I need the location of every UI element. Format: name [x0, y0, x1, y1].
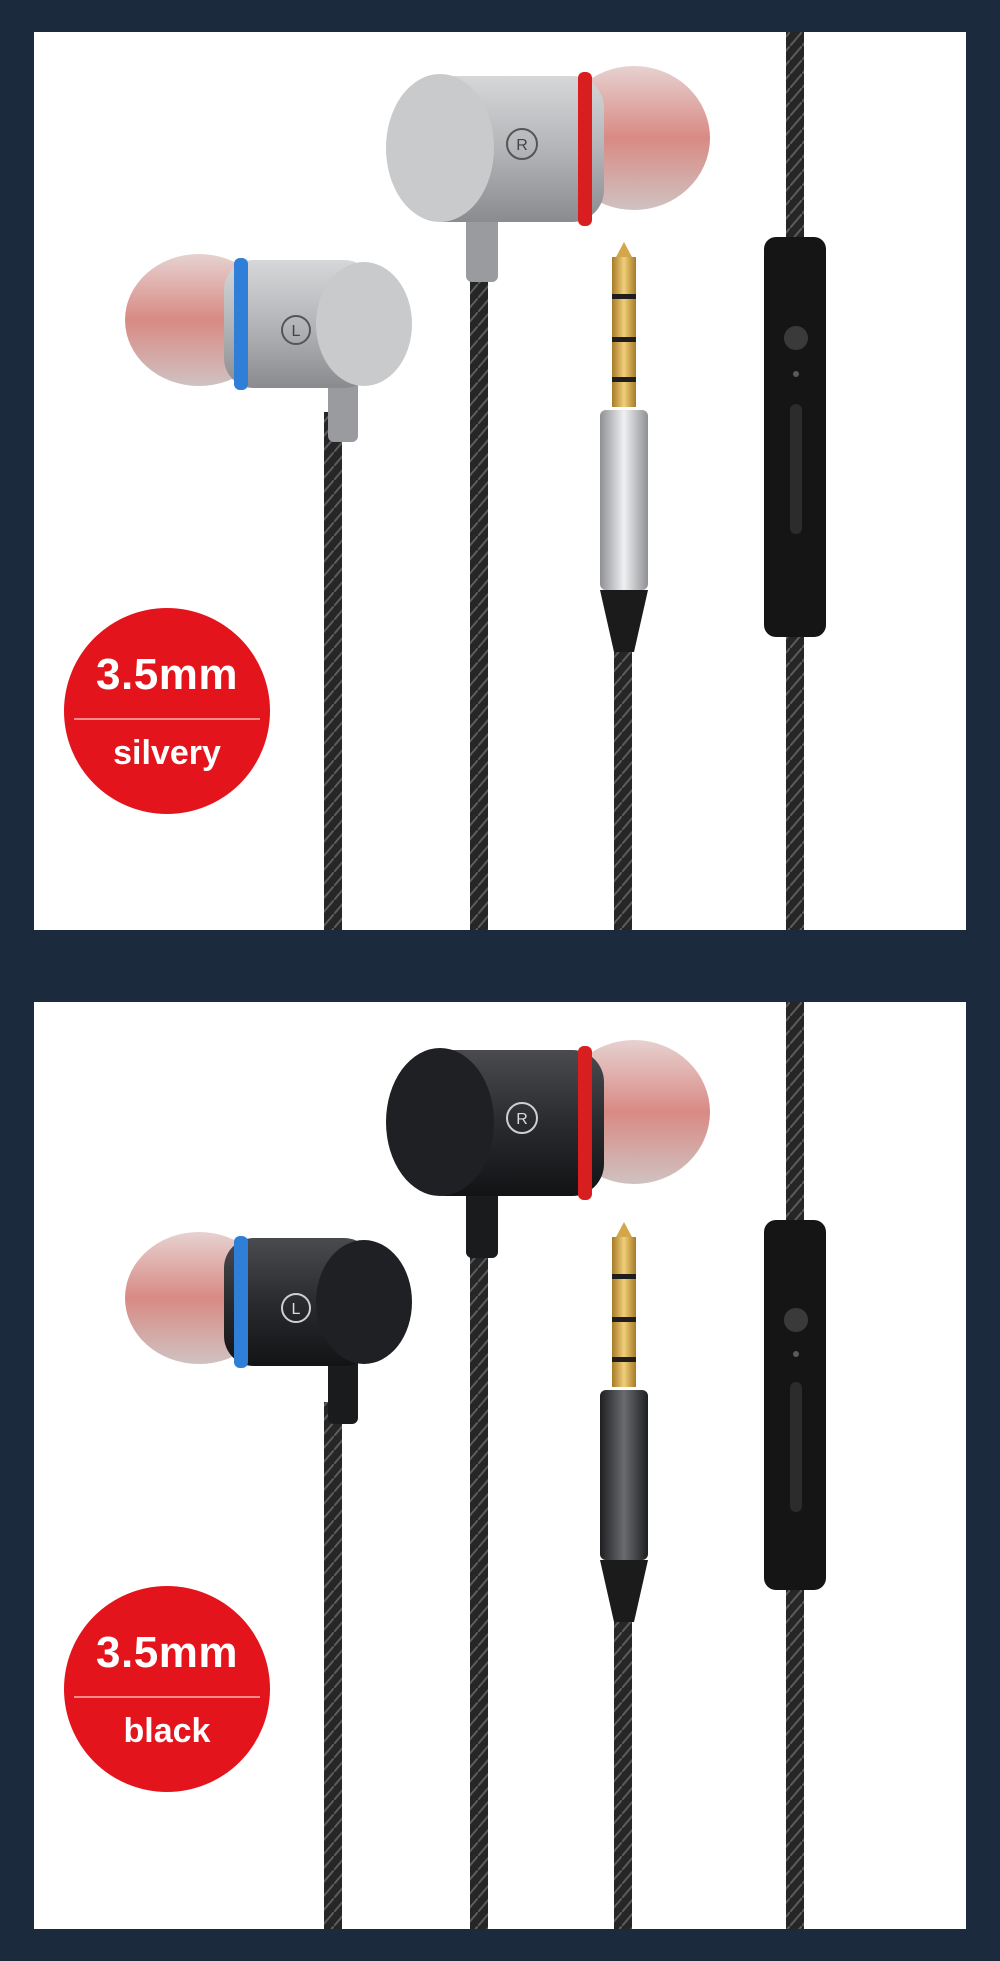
left-earbud: L [125, 254, 412, 442]
badge-size-label: 3.5mm [96, 1628, 238, 1677]
plug-cable [614, 632, 632, 930]
audio-jack-plug [600, 242, 648, 652]
badge-divider [74, 1696, 260, 1698]
left-blue-ring [234, 258, 248, 390]
right-cable [470, 1242, 488, 1929]
left-channel-letter: L [292, 1301, 301, 1318]
right-earbud: R [386, 66, 710, 282]
badge-size-label: 3.5mm [96, 650, 238, 699]
left-earbud: L [125, 1232, 412, 1424]
plug-cable [614, 1602, 632, 1929]
product-photo-black: L R 3.5mm black [34, 1002, 966, 1929]
inline-mic-remote [764, 237, 826, 637]
badge-color-label: silvery [113, 734, 221, 772]
product-photo-silvery: L R 3.5mm silvery [34, 32, 966, 930]
right-channel-letter: R [516, 137, 528, 154]
badge-color-label: black [123, 1712, 211, 1750]
right-channel-letter: R [516, 1111, 528, 1128]
audio-jack-plug [600, 1222, 648, 1622]
right-red-ring [578, 1046, 592, 1200]
left-channel-letter: L [292, 323, 301, 340]
right-earbud: R [386, 1040, 710, 1258]
badge-divider [74, 718, 260, 720]
inline-mic-remote [764, 1220, 826, 1590]
left-cable [324, 1402, 342, 1929]
spec-badge: 3.5mm silvery [64, 608, 270, 814]
left-cable [324, 412, 342, 930]
spec-badge: 3.5mm black [64, 1586, 270, 1792]
right-red-ring [578, 72, 592, 226]
right-cable [470, 272, 488, 930]
left-blue-ring [234, 1236, 248, 1368]
